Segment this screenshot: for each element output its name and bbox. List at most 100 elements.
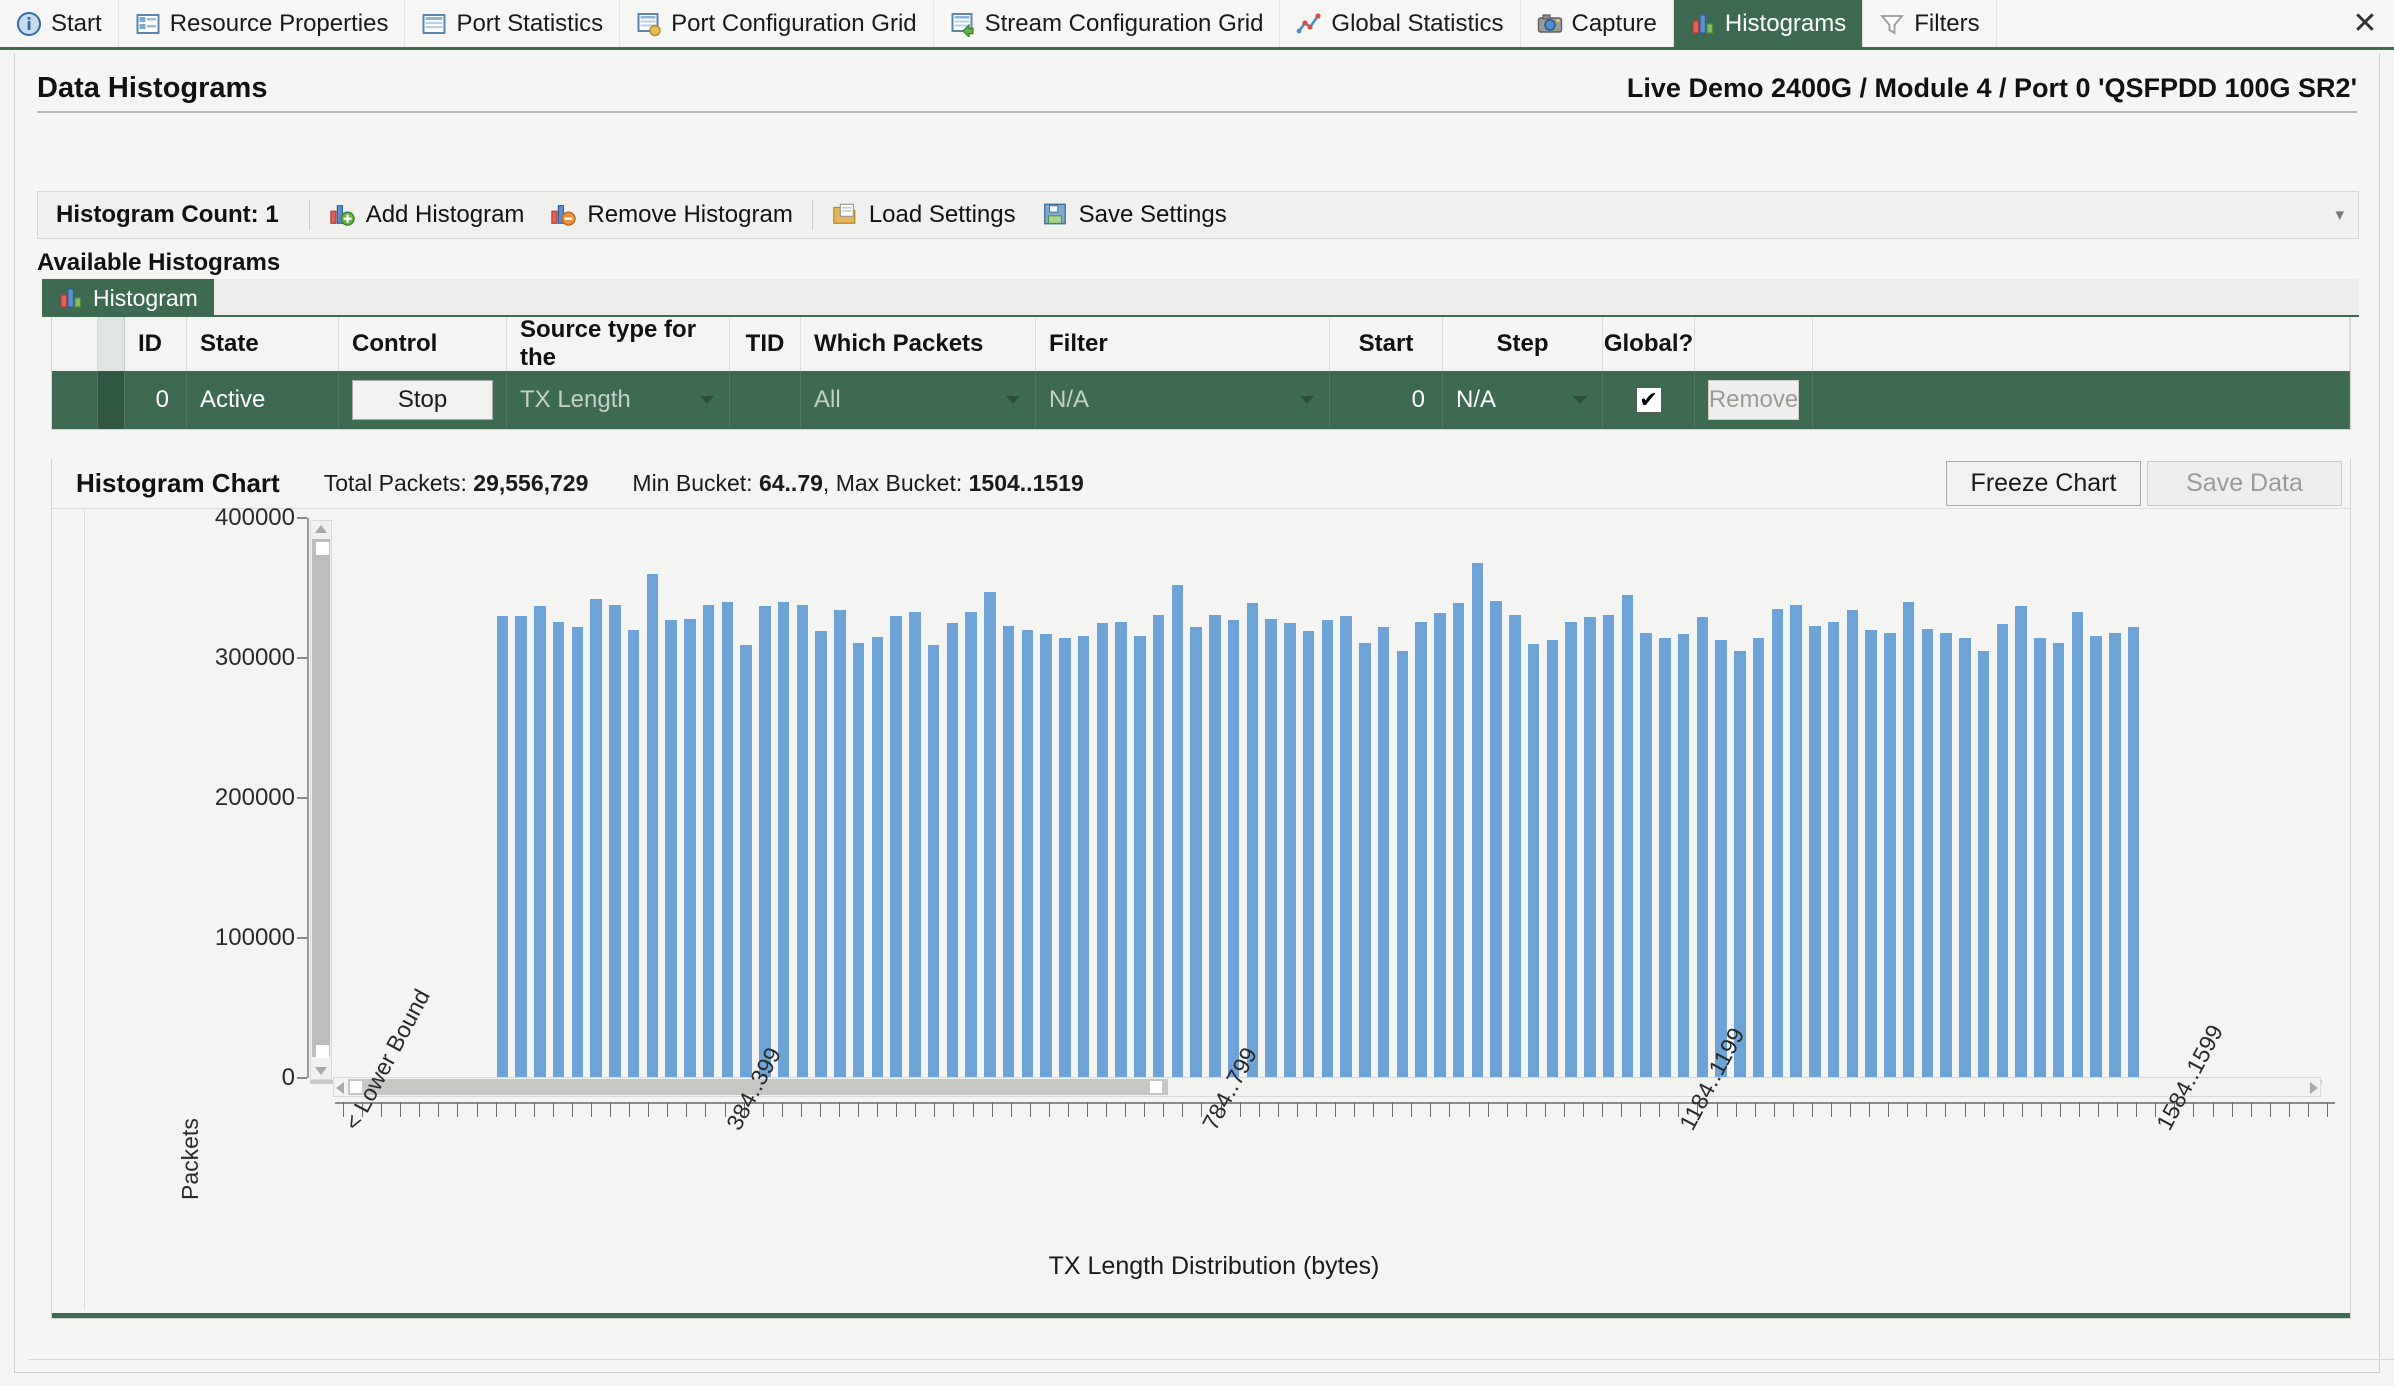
main-tab-bar: Start Resource Properties Port Statistic…: [0, 0, 2394, 50]
tab-global-statistics[interactable]: Global Statistics: [1280, 0, 1521, 47]
x-tick-mark: [839, 1102, 840, 1117]
histogram-chart-panel: Histogram Chart Total Packets: 29,556,72…: [51, 459, 2351, 1319]
tab-port-statistics[interactable]: Port Statistics: [405, 0, 621, 47]
col-step[interactable]: Step: [1443, 317, 1603, 371]
chart-horizontal-scrollbar[interactable]: [333, 1077, 2321, 1097]
save-settings-button[interactable]: Save Settings: [1029, 198, 1240, 232]
col-which-packets[interactable]: Which Packets: [801, 317, 1036, 371]
bar-slot: [1356, 518, 1375, 1078]
scroll-up-icon[interactable]: [315, 525, 327, 533]
funnel-icon: [1879, 11, 1905, 37]
col-source-type[interactable]: Source type for the: [507, 316, 730, 371]
histogram-bar: [1846, 610, 1859, 1078]
x-tick-mark: [705, 1102, 707, 1117]
add-histogram-icon: [329, 201, 357, 229]
filter-select[interactable]: N/A: [1049, 380, 1316, 420]
histogram-bar: [1865, 630, 1877, 1078]
source-type-select[interactable]: TX Length: [520, 380, 716, 420]
bar-slot: [1712, 518, 1731, 1078]
x-tick-mark: [476, 1102, 478, 1117]
tab-histograms[interactable]: Histograms: [1673, 0, 1864, 47]
x-tick-mark: [2136, 1102, 2138, 1117]
histogram-bar: [890, 616, 902, 1078]
chart-vertical-scrollbar[interactable]: [310, 520, 332, 1080]
remove-histogram-label: Remove Histogram: [587, 201, 793, 228]
histogram-bar: [1002, 625, 1015, 1078]
step-select[interactable]: N/A: [1456, 380, 1589, 420]
x-tick-mark: [381, 1102, 383, 1117]
cell-filter[interactable]: N/A: [1036, 371, 1330, 429]
col-state[interactable]: State: [187, 317, 339, 371]
which-packets-select[interactable]: All: [814, 380, 1022, 420]
histogram-bar: [871, 637, 884, 1078]
bar-slot: [1093, 518, 1112, 1078]
close-icon[interactable]: ✕: [2336, 0, 2394, 47]
chart-panel-bottom-accent: [52, 1313, 2350, 1318]
cell-step[interactable]: N/A: [1443, 371, 1603, 429]
cell-start[interactable]: 0: [1330, 371, 1443, 429]
x-tick-mark: [858, 1102, 860, 1117]
x-tick-mark: [1716, 1102, 1718, 1117]
remove-histogram-button[interactable]: Remove Histogram: [537, 198, 805, 232]
scroll-down-icon[interactable]: [315, 1067, 327, 1075]
chart-header: Histogram Chart Total Packets: 29,556,72…: [52, 459, 2350, 509]
info-icon: [16, 11, 42, 37]
remove-row-button[interactable]: Remove: [1707, 380, 1800, 420]
bar-slot: [2143, 518, 2162, 1078]
chevron-down-icon: [1573, 396, 1587, 404]
stop-button[interactable]: Stop: [352, 380, 493, 420]
cell-source-type[interactable]: TX Length: [507, 371, 730, 429]
bar-slot: [1206, 518, 1225, 1078]
col-tid[interactable]: TID: [730, 317, 801, 371]
col-control[interactable]: Control: [339, 317, 507, 371]
cell-global[interactable]: ✔: [1603, 371, 1695, 429]
bar-slot: [1149, 518, 1168, 1078]
x-tick-mark: [1831, 1102, 1832, 1117]
tab-capture[interactable]: Capture: [1521, 0, 1674, 47]
x-tick-mark: [591, 1102, 592, 1117]
x-tick-mark: [1792, 1102, 1794, 1117]
vertical-scroll-thumb[interactable]: [312, 539, 330, 1057]
histogram-bar: [1321, 620, 1334, 1078]
global-checkbox[interactable]: ✔: [1635, 387, 1662, 413]
cell-remove: Remove: [1695, 371, 1813, 429]
histogram-bar: [984, 592, 996, 1078]
freeze-chart-button[interactable]: Freeze Chart: [1946, 461, 2141, 506]
vertical-scroll-handle-top[interactable]: [316, 542, 329, 555]
bar-slot: [1562, 518, 1581, 1078]
x-tick-mark: [1468, 1102, 1470, 1117]
toolbar-overflow-icon[interactable]: ▾: [2335, 205, 2358, 225]
tab-stream-configuration-grid[interactable]: Stream Configuration Grid: [934, 0, 1281, 47]
col-start[interactable]: Start: [1330, 317, 1443, 371]
vertical-scroll-handle-bottom[interactable]: [316, 1045, 329, 1058]
subtab-histogram[interactable]: Histogram: [42, 279, 214, 317]
histogram-bar: [759, 606, 771, 1078]
horizontal-scroll-handle-right[interactable]: [1150, 1081, 1162, 1093]
col-global[interactable]: Global?: [1603, 317, 1695, 371]
x-tick-mark: [2327, 1102, 2328, 1117]
x-tick-mark: [533, 1102, 535, 1117]
save-data-button[interactable]: Save Data: [2147, 461, 2342, 506]
tab-start[interactable]: Start: [0, 0, 119, 47]
histogram-bar: [2034, 638, 2046, 1078]
row-select-cell[interactable]: [52, 371, 98, 429]
bar-slot: [1112, 518, 1131, 1078]
chevron-down-icon: [1300, 396, 1314, 404]
y-tick-mark: [297, 797, 307, 799]
cell-which-packets[interactable]: All: [801, 371, 1036, 429]
table-row[interactable]: 0 Active Stop TX Length All N/A 0 N/A ✔ …: [52, 371, 2350, 429]
bar-slot: [887, 518, 906, 1078]
col-filter[interactable]: Filter: [1036, 317, 1330, 371]
tab-filters[interactable]: Filters: [1863, 0, 1997, 47]
col-id[interactable]: ID: [125, 317, 187, 371]
bar-slot: [1131, 518, 1150, 1078]
tab-port-configuration-grid[interactable]: Port Configuration Grid: [620, 0, 934, 47]
histogram-bar: [1171, 585, 1184, 1078]
add-histogram-button[interactable]: Add Histogram: [316, 198, 538, 232]
scroll-right-icon[interactable]: [2310, 1082, 2318, 1094]
bar-slot: [2031, 518, 2050, 1078]
load-settings-button[interactable]: Load Settings: [819, 198, 1029, 232]
x-tick-mark: [915, 1102, 917, 1117]
scroll-left-icon[interactable]: [336, 1082, 344, 1094]
tab-resource-properties[interactable]: Resource Properties: [119, 0, 406, 47]
